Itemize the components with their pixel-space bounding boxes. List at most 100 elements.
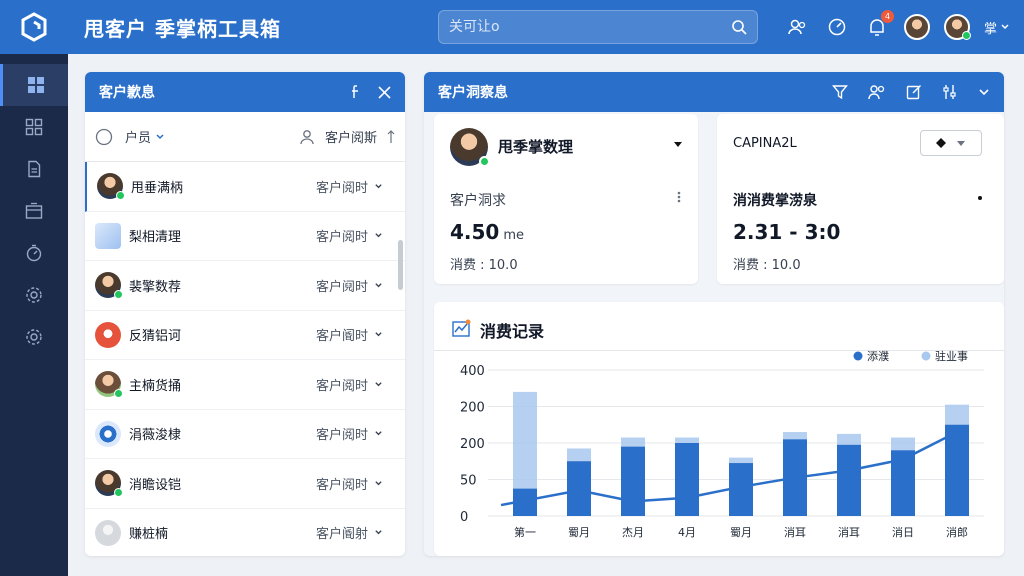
customer-status: 客户阅时: [315, 230, 368, 246]
sidebar-item-timer[interactable]: [0, 232, 68, 274]
y-tick-label: 200: [460, 401, 485, 416]
chevron-down-icon: [375, 183, 382, 189]
customer-row[interactable]: 甩垂满柄 客户阅时: [85, 162, 405, 212]
chevron-down-icon: [375, 431, 382, 436]
customer-status-dropdown[interactable]: 客户阅时: [316, 226, 383, 245]
customer-status-dropdown[interactable]: 客户阍时: [316, 325, 383, 344]
customer-metric-value: 4.50: [450, 220, 500, 244]
more-dot-icon[interactable]: [978, 196, 982, 200]
sidebar-item-settings[interactable]: [0, 274, 68, 316]
customer-status-dropdown[interactable]: 客户阅时: [316, 424, 383, 443]
app-logo-icon[interactable]: [0, 0, 68, 54]
customer-status-dropdown[interactable]: 客户阍射: [316, 523, 383, 542]
user-icon: [300, 129, 314, 144]
app-title: 甩客户 季掌柄工具箱: [84, 16, 281, 41]
x-tick-label: 蜀月: [568, 526, 590, 539]
customer-row[interactable]: 反猜铝诃 客户阍时: [85, 311, 405, 360]
consumption-label: 消消费掌涝泉: [733, 193, 817, 209]
close-icon[interactable]: [378, 85, 391, 99]
customer-row[interactable]: 裴擎数荐 客户阋时: [85, 261, 405, 311]
customer-row[interactable]: 主楠货捅 客户阅时: [85, 360, 405, 410]
online-status-dot: [114, 389, 123, 399]
chevron-down-icon: [375, 530, 382, 535]
customer-avatar: [95, 420, 121, 447]
x-tick-label: 消耳: [784, 525, 806, 539]
customer-status-dropdown[interactable]: 客户阋时: [316, 276, 383, 295]
y-tick-label: 0: [460, 510, 468, 525]
select-all-checkbox[interactable]: [95, 128, 113, 146]
consumption-range: 2.31 - 3:0: [733, 220, 841, 244]
filter-icon[interactable]: [350, 85, 362, 99]
sort-icon[interactable]: [387, 129, 395, 144]
sidebar-item-advanced-settings[interactable]: [0, 316, 68, 358]
diamond-icon: [936, 138, 946, 148]
customer-name: 涓薇浚棣: [129, 428, 182, 444]
users-icon[interactable]: [784, 14, 810, 40]
online-status-dot: [114, 488, 123, 498]
customer-avatar: [97, 173, 125, 201]
customer-avatar: [95, 321, 121, 348]
customer-name: 梨相清理: [129, 230, 182, 246]
sidebar-item-box[interactable]: [0, 190, 68, 232]
search-bar[interactable]: [438, 10, 758, 44]
bar-primary[interactable]: [945, 424, 969, 516]
sidebar-item-dashboard[interactable]: [0, 64, 68, 106]
funnel-icon[interactable]: [832, 84, 848, 100]
x-tick-label: 第一: [514, 525, 536, 539]
search-icon[interactable]: [731, 19, 747, 35]
gauge-icon[interactable]: [824, 14, 850, 40]
more-vertical-icon[interactable]: [676, 190, 682, 204]
customer-name: 主楠货捅: [129, 378, 182, 394]
status-column-header[interactable]: 客户阅斯: [325, 127, 377, 146]
customer-status-dropdown[interactable]: 客户阅时: [316, 177, 383, 196]
bar-primary[interactable]: [621, 446, 645, 516]
member-column-header[interactable]: 户员: [125, 127, 151, 146]
list-scrollbar[interactable]: [398, 240, 403, 290]
gear-icon: [26, 329, 42, 345]
user-avatar[interactable]: [903, 14, 930, 40]
dropdown-caret-icon[interactable]: [674, 140, 682, 148]
box-icon: [25, 202, 43, 219]
chevron-down-icon: [375, 332, 382, 337]
chevron-down-icon: [375, 480, 382, 486]
customer-spend: 消费 : 10.0: [450, 258, 518, 273]
consumption-bar-chart: 0 50 200 200 400 添濮 驻业事第一 蜀月 杰月 4月 蜀月 消耳 消耳 消日 消郎: [460, 350, 984, 539]
chevron-down-icon[interactable]: [978, 86, 990, 98]
bar-primary[interactable]: [837, 444, 861, 516]
customer-row[interactable]: 赚桩楠 客户阍射: [85, 509, 405, 557]
customer-row[interactable]: 消瞻设铠 客户阅时: [85, 459, 405, 509]
y-tick-label: 200: [460, 437, 485, 452]
online-status-dot: [114, 290, 123, 300]
customer-status-dropdown[interactable]: 客户阅时: [316, 474, 383, 493]
period-select[interactable]: [920, 130, 982, 156]
customer-status: 客户阍射: [315, 527, 368, 543]
users-icon[interactable]: [868, 84, 886, 100]
settings-sliders-icon[interactable]: [942, 84, 958, 100]
user-avatar-secondary[interactable]: [943, 14, 971, 40]
customer-list: 甩垂满柄 客户阅时 梨相清理 客户阅时 裴擎数荐 客户阋时 反猜铝诃 客户阍时 主楠货捅 客户阅时…: [85, 162, 405, 556]
chevron-down-icon: [375, 282, 382, 288]
bar-primary[interactable]: [567, 461, 591, 516]
customer-status-dropdown[interactable]: 客户阅时: [316, 375, 383, 394]
grid-icon: [25, 118, 43, 136]
customer-status: 客户阅时: [315, 180, 368, 196]
customer-status: 客户阅时: [315, 428, 368, 444]
chevron-down-icon[interactable]: [155, 132, 165, 142]
sidebar-item-documents[interactable]: [0, 148, 68, 190]
customer-avatar: [95, 470, 123, 498]
search-input[interactable]: [449, 19, 731, 35]
x-tick-label: 蜀月: [730, 526, 752, 539]
customer-row[interactable]: 梨相清理 客户阅时: [85, 212, 405, 261]
customer-metric-unit: me: [503, 228, 525, 243]
customer-insight-panel: 客户洞察息 甩季掌数理 客户洞求 4.50 me 消费 : 10.0 CAPIN…: [424, 72, 1004, 556]
notification-bell-icon[interactable]: 4: [864, 10, 894, 40]
sidebar-item-apps[interactable]: [0, 106, 68, 148]
edit-icon[interactable]: [906, 84, 922, 100]
customer-row[interactable]: 涓薇浚棣 客户阅时: [85, 410, 405, 459]
user-menu[interactable]: 掌: [984, 18, 1010, 37]
x-tick-label: 消日: [892, 525, 914, 539]
sidebar: [0, 54, 68, 576]
customer-profile-card: 甩季掌数理 客户洞求 4.50 me 消费 : 10.0: [434, 114, 698, 284]
bar-primary[interactable]: [675, 443, 699, 516]
user-menu-label: 掌: [983, 21, 997, 37]
